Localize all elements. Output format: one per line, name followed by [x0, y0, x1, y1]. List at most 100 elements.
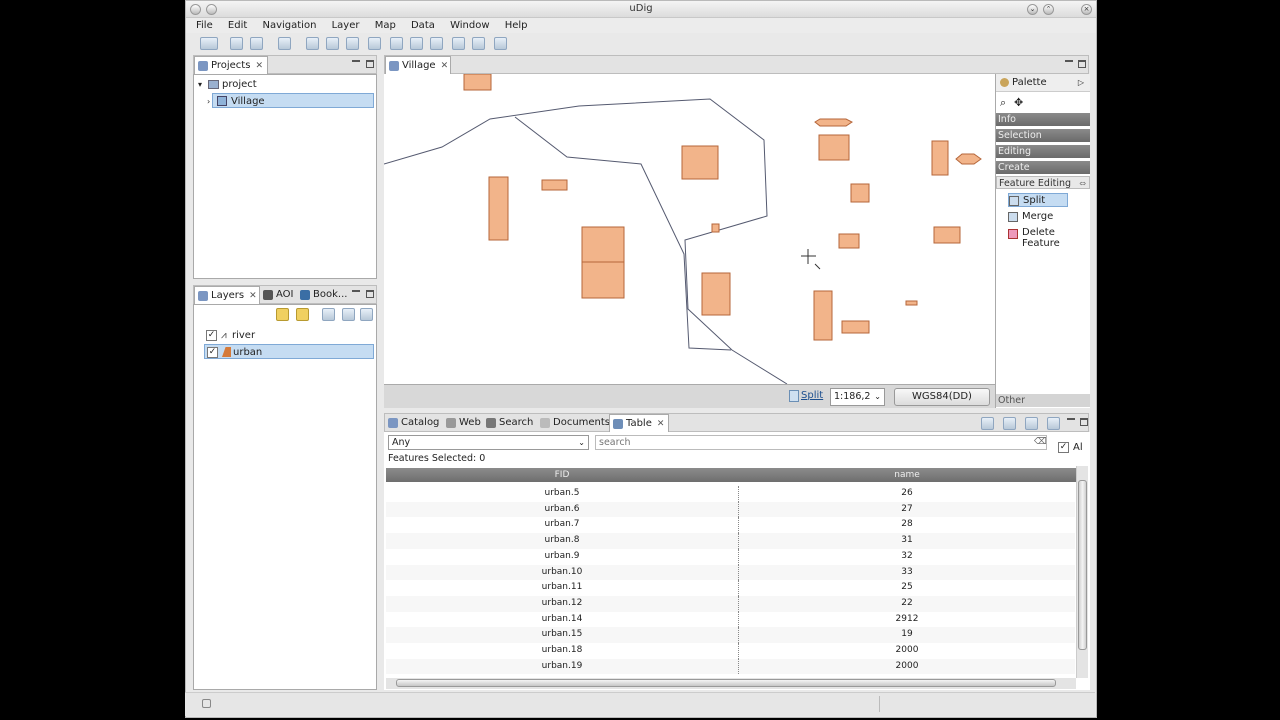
close-icon[interactable]: ✕: [441, 61, 449, 71]
table-row[interactable]: urban.9 32: [386, 548, 1075, 565]
collapse-icon[interactable]: ›: [207, 94, 210, 109]
tab-search[interactable]: Search: [483, 414, 535, 433]
new-icon[interactable]: [200, 37, 218, 50]
urban-feature[interactable]: [581, 226, 625, 263]
column-header-name[interactable]: name: [738, 468, 1076, 482]
zoom-selection-icon[interactable]: [981, 417, 994, 430]
palette-category-other[interactable]: Other: [996, 394, 1090, 407]
minimize-icon[interactable]: [352, 60, 360, 68]
table-row[interactable]: urban.6 27: [386, 501, 1075, 518]
zoom-extent-icon[interactable]: [390, 37, 403, 50]
move-up-icon[interactable]: [276, 308, 289, 321]
close-icon[interactable]: ✕: [255, 61, 263, 71]
table-row[interactable]: urban.7 28: [386, 517, 1075, 534]
run-icon[interactable]: [472, 37, 485, 50]
urban-feature[interactable]: [955, 153, 982, 165]
menu-file[interactable]: File: [196, 18, 213, 33]
close-button[interactable]: ×: [1081, 4, 1092, 15]
urban-feature[interactable]: [814, 118, 853, 127]
urban-feature[interactable]: [850, 183, 870, 203]
zoom-out-icon[interactable]: [430, 37, 443, 50]
layer-props-icon[interactable]: [322, 308, 335, 321]
palette-category-info[interactable]: Info: [996, 113, 1090, 126]
table-row[interactable]: urban.8 31: [386, 533, 1075, 549]
layer-urban[interactable]: ✓ urban: [204, 344, 374, 359]
menu-navigation[interactable]: Navigation: [262, 18, 316, 33]
vertical-scrollbar[interactable]: [1076, 466, 1088, 678]
move-down-icon[interactable]: [296, 308, 309, 321]
maximize-button[interactable]: ⌃: [1043, 4, 1054, 15]
close-icon[interactable]: ✕: [249, 291, 257, 301]
scroll-thumb[interactable]: [1078, 480, 1087, 650]
minimize-icon[interactable]: [1065, 60, 1073, 68]
urban-feature[interactable]: [488, 176, 509, 241]
tab-layers[interactable]: Layers ✕: [194, 286, 260, 305]
scale-combo[interactable]: 1:186,2 ⌄: [830, 388, 885, 406]
urban-feature[interactable]: [541, 179, 568, 191]
tab-aoi[interactable]: AOI: [260, 286, 296, 305]
table-row[interactable]: urban.15 19: [386, 627, 1075, 643]
close-icon[interactable]: ✕: [657, 419, 665, 429]
urban-feature[interactable]: [905, 300, 918, 306]
urban-feature[interactable]: [701, 272, 731, 316]
table-row[interactable]: urban.5 26: [386, 486, 1075, 502]
menu-map[interactable]: Map: [375, 18, 396, 33]
properties-icon[interactable]: [278, 37, 291, 50]
pan-icon[interactable]: ✥: [1014, 96, 1023, 109]
zoom-in-icon[interactable]: [410, 37, 423, 50]
tab-documents[interactable]: Documents: [537, 414, 610, 433]
back-icon[interactable]: [306, 37, 319, 50]
maximize-icon[interactable]: [1080, 418, 1088, 426]
magnifier-icon[interactable]: ⌕: [1000, 96, 1006, 110]
minimize-icon[interactable]: [352, 290, 360, 298]
layer-river[interactable]: ✓ ⩘ river: [204, 328, 374, 343]
forward-icon[interactable]: [326, 37, 339, 50]
urban-feature[interactable]: [463, 74, 492, 91]
crs-button[interactable]: WGS84(DD): [894, 388, 990, 406]
layer-checkbox[interactable]: ✓: [207, 347, 218, 358]
table-row[interactable]: urban.18 2000: [386, 643, 1075, 659]
palette-category-create[interactable]: Create: [996, 161, 1090, 174]
active-tool-label[interactable]: Split: [801, 390, 823, 401]
palette-item-merge[interactable]: Merge: [1008, 210, 1053, 224]
minimize-icon[interactable]: [1067, 418, 1075, 426]
table-row[interactable]: urban.19 2000: [386, 658, 1075, 675]
all-checkbox[interactable]: ✓: [1058, 442, 1069, 453]
column-header-fid[interactable]: FID: [386, 468, 738, 482]
tree-item-project[interactable]: ▾ project: [198, 77, 257, 92]
maximize-icon[interactable]: [366, 60, 374, 68]
urban-feature[interactable]: [681, 145, 719, 180]
tab-village[interactable]: Village ✕: [385, 56, 451, 75]
urban-feature[interactable]: [711, 223, 720, 233]
clear-search-icon[interactable]: ⌫: [1034, 437, 1047, 447]
table-row[interactable]: urban.12 22: [386, 595, 1075, 612]
expand-icon[interactable]: ▾: [198, 77, 202, 92]
style-icon[interactable]: [342, 308, 355, 321]
collapse-icon[interactable]: ⇔: [1079, 177, 1086, 190]
palette-category-editing[interactable]: Editing: [996, 145, 1090, 158]
urban-feature[interactable]: [931, 140, 949, 176]
clear-selection-icon[interactable]: [1047, 417, 1060, 430]
remove-layer-icon[interactable]: [360, 308, 373, 321]
urban-feature[interactable]: [933, 226, 961, 244]
urban-feature[interactable]: [581, 261, 625, 299]
palette-item-split[interactable]: Split: [1008, 193, 1068, 207]
menu-window[interactable]: Window: [450, 18, 489, 33]
refresh-icon[interactable]: [346, 37, 359, 50]
menu-layer[interactable]: Layer: [332, 18, 360, 33]
table-row[interactable]: urban.14 2912: [386, 611, 1075, 628]
scroll-thumb[interactable]: [396, 679, 1056, 687]
menu-help[interactable]: Help: [505, 18, 528, 33]
minimize-button[interactable]: ⌄: [1027, 4, 1038, 15]
menu-edit[interactable]: Edit: [228, 18, 247, 33]
layer-checkbox[interactable]: ✓: [206, 330, 217, 341]
save-all-icon[interactable]: [250, 37, 263, 50]
filter-select[interactable]: Any ⌄: [388, 435, 589, 450]
menu-data[interactable]: Data: [411, 18, 435, 33]
search-input[interactable]: [595, 435, 1047, 450]
tab-projects[interactable]: Projects ✕: [194, 56, 268, 75]
table-row[interactable]: urban.11 25: [386, 580, 1075, 596]
tab-bookmarks[interactable]: Book...: [297, 286, 349, 305]
edit-icon[interactable]: [1025, 417, 1038, 430]
promote-icon[interactable]: [1003, 417, 1016, 430]
